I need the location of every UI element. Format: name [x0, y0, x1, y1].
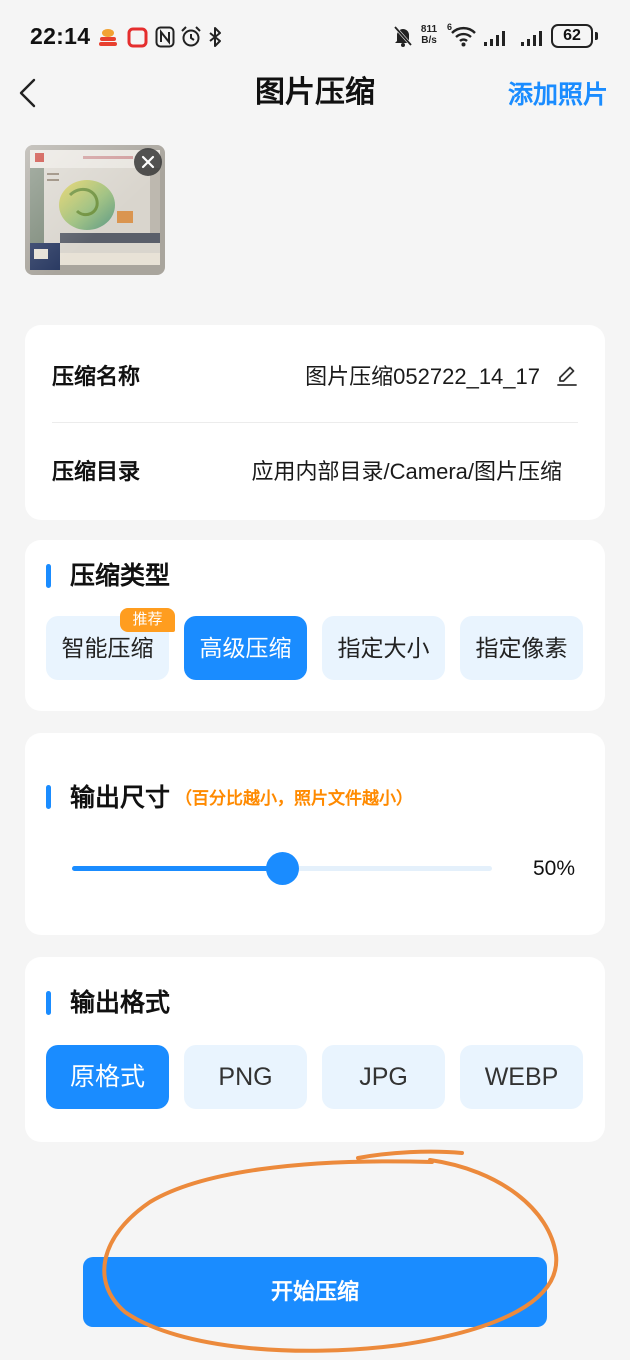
size-slider-fill: [72, 866, 282, 871]
compress-type-pixel-button[interactable]: 指定像素: [460, 616, 583, 680]
compress-name-label: 压缩名称: [52, 364, 141, 389]
close-icon: [141, 155, 155, 169]
add-photo-button[interactable]: 添加照片: [508, 76, 608, 114]
section-marker: [46, 564, 51, 588]
network-speed-value: 811: [420, 24, 438, 35]
nfc-icon: [155, 26, 175, 48]
status-time: 22:14: [30, 23, 91, 49]
format-webp-button[interactable]: WEBP: [460, 1045, 583, 1109]
size-slider-value: 50%: [532, 857, 575, 880]
section-marker: [46, 991, 51, 1015]
bluetooth-icon: [209, 27, 221, 47]
compress-type-title: 压缩类型: [70, 562, 171, 590]
compress-type-advanced-button[interactable]: 高级压缩: [184, 616, 307, 680]
battery-level: 62: [563, 27, 581, 44]
output-size-card: 输出尺寸 （百分比越小，照片文件越小） 50%: [25, 733, 605, 935]
format-original-button[interactable]: 原格式: [46, 1045, 169, 1109]
compress-type-size-button[interactable]: 指定大小: [322, 616, 445, 680]
section-marker: [46, 785, 51, 809]
size-slider-thumb[interactable]: [265, 852, 299, 885]
network-speed: 811 B/s: [417, 24, 441, 46]
divider: [52, 422, 578, 423]
pencil-icon[interactable]: [555, 364, 579, 388]
output-format-title: 输出格式: [70, 989, 171, 1017]
output-size-hint: （百分比越小，照片文件越小）: [175, 789, 413, 808]
remove-photo-button[interactable]: [134, 148, 162, 176]
wifi-icon: [451, 26, 476, 47]
format-png-button[interactable]: PNG: [184, 1045, 307, 1109]
alarm-icon: [181, 26, 201, 47]
compress-type-card: 压缩类型 智能压缩 高级压缩 指定大小 指定像素 推荐: [25, 540, 605, 711]
network-speed-unit: B/s: [421, 35, 437, 46]
signal-icon: [521, 31, 542, 46]
compress-name-value[interactable]: 图片压缩052722_14_17: [305, 363, 540, 391]
start-compress-button[interactable]: 开始压缩: [83, 1257, 547, 1327]
compress-info-card: 压缩名称 图片压缩052722_14_17 压缩目录 应用内部目录/Camera…: [25, 325, 605, 520]
battery-nub: [595, 32, 598, 40]
format-jpg-button[interactable]: JPG: [322, 1045, 445, 1109]
mute-icon: [393, 26, 413, 47]
output-format-card: 输出格式 原格式 PNG JPG WEBP: [25, 957, 605, 1142]
recommended-badge: 推荐: [120, 608, 175, 632]
square-notification-icon: [127, 27, 148, 48]
app-notification-icon: [99, 29, 117, 46]
output-size-title: 输出尺寸: [70, 784, 171, 812]
compress-dir-label: 压缩目录: [52, 459, 141, 484]
battery-icon: 62: [551, 24, 593, 48]
signal-icon: [484, 31, 505, 46]
compress-dir-value: 应用内部目录/Camera/图片压缩: [251, 459, 562, 484]
size-slider-track[interactable]: [72, 852, 492, 885]
